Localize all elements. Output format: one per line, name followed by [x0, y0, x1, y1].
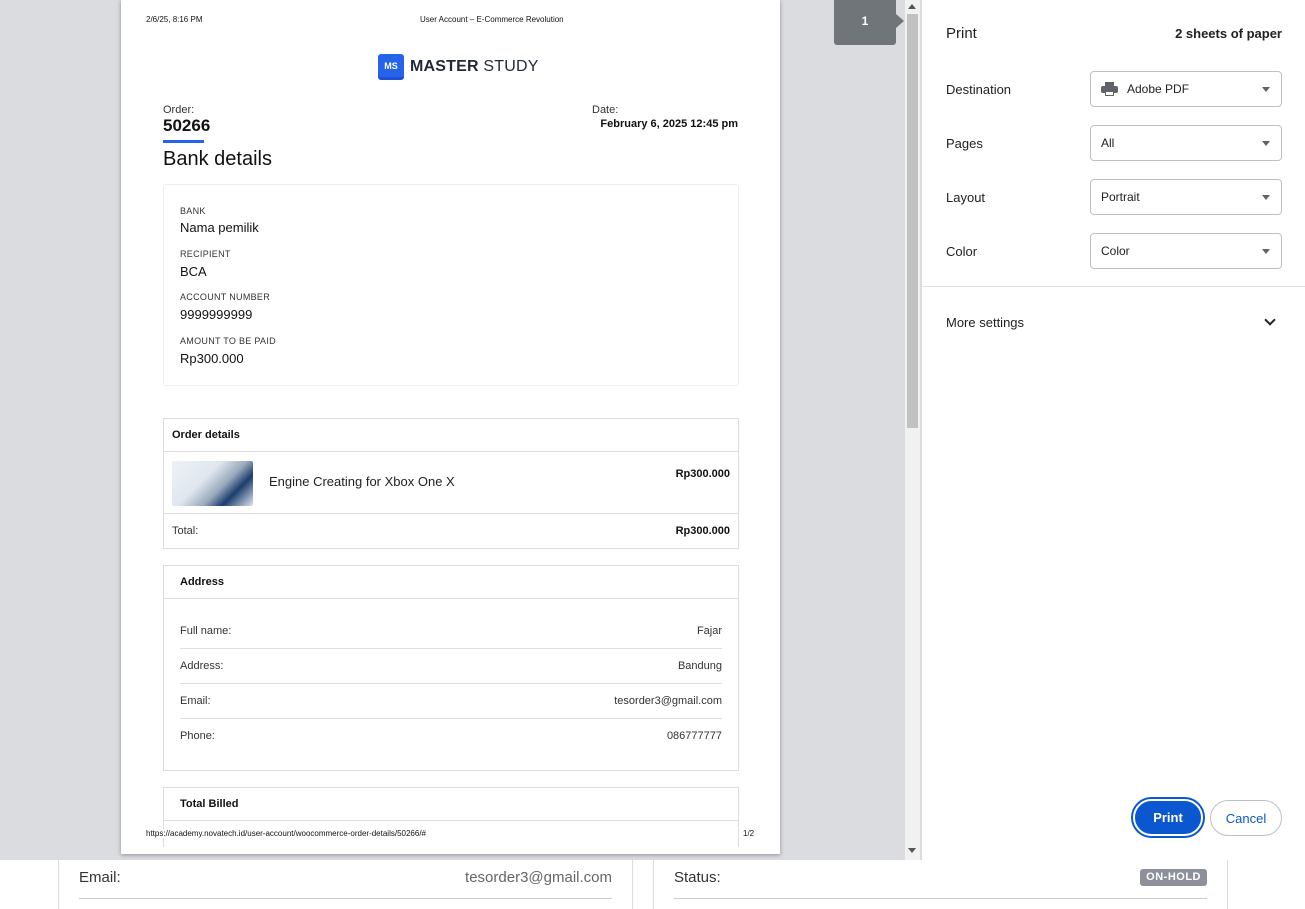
divider	[922, 286, 1305, 287]
divider	[79, 898, 612, 899]
pages-value: All	[1101, 136, 1115, 150]
print-button[interactable]: Print	[1133, 799, 1203, 836]
scroll-down-arrow-icon[interactable]	[908, 848, 916, 853]
master-study-logo: MS MASTER STUDY	[378, 54, 539, 80]
background-status-card: Status: ON-HOLD	[653, 855, 1228, 909]
preview-scrollbar[interactable]	[905, 0, 920, 860]
color-select[interactable]: Color	[1090, 233, 1282, 269]
address-row-value: Fajar	[696, 625, 722, 637]
preview-header-title: User Account – E-Commerce Revolution	[420, 15, 564, 24]
total-billed-box: Total Billed	[163, 787, 739, 847]
address-row-value: tesorder3@gmail.com	[614, 695, 722, 707]
address-rows: Full name: Fajar Address: Bandung Email:…	[164, 599, 738, 754]
address-row: Address: Bandung	[180, 649, 722, 684]
print-title: Print	[946, 25, 977, 42]
sheet-count: 2 sheets of paper	[1175, 26, 1282, 41]
preview-page-sheet: 2/6/25, 8:16 PM User Account – E-Commerc…	[121, 0, 780, 854]
order-total-label: Total:	[172, 525, 199, 537]
address-row: Phone: 086777777	[180, 719, 722, 754]
product-price: Rp300.000	[675, 468, 730, 480]
layout-value: Portrait	[1101, 190, 1140, 204]
recipient-value: BCA	[180, 264, 207, 279]
dropdown-arrow-icon	[1262, 141, 1270, 146]
address-title: Address	[164, 566, 738, 599]
bank-details-box: BANK Nama pemilik RECIPIENT BCA ACCOUNT …	[163, 184, 739, 386]
page-number-indicator[interactable]: 1	[834, 0, 896, 45]
order-total-value: Rp300.000	[675, 525, 730, 537]
bank-details-title: Bank details	[163, 148, 272, 170]
account-number-label: ACCOUNT NUMBER	[180, 292, 271, 302]
print-settings-panel: Print 2 sheets of paper Destination Adob…	[922, 0, 1305, 860]
order-details-box: Order details Engine Creating for Xbox O…	[163, 418, 739, 549]
order-item: Engine Creating for Xbox One X Rp300.000	[164, 452, 738, 514]
destination-select[interactable]: Adobe PDF	[1090, 71, 1282, 107]
address-row: Full name: Fajar	[180, 614, 722, 649]
dropdown-arrow-icon	[1262, 249, 1270, 254]
address-box: Address Full name: Fajar Address: Bandun…	[163, 565, 739, 771]
pages-select[interactable]: All	[1090, 125, 1282, 161]
dropdown-arrow-icon	[1262, 195, 1270, 200]
divider	[674, 898, 1207, 899]
preview-footer-url: https://academy.novatech.id/user-account…	[146, 829, 426, 838]
date-value: February 6, 2025 12:45 pm	[600, 118, 738, 130]
order-number: 50266	[163, 116, 211, 135]
recipient-label: RECIPIENT	[180, 249, 231, 259]
scrollbar-thumb[interactable]	[907, 14, 918, 428]
page-indicator-arrow-icon	[896, 14, 904, 28]
address-row-label: Email:	[180, 695, 211, 707]
dropdown-arrow-icon	[1262, 87, 1270, 92]
address-row: Email: tesorder3@gmail.com	[180, 684, 722, 719]
date-label: Date:	[592, 104, 619, 116]
preview-footer-page: 1/2	[743, 829, 755, 838]
layout-label: Layout	[946, 190, 986, 205]
address-row-value: 086777777	[666, 730, 722, 742]
order-label: Order:	[163, 104, 195, 116]
logo-icon: MS	[378, 54, 404, 80]
product-name: Engine Creating for Xbox One X	[269, 474, 455, 489]
preview-header-datetime: 2/6/25, 8:16 PM	[146, 15, 203, 24]
background-status-label: Status:	[674, 869, 721, 886]
logo-text: MASTER STUDY	[410, 58, 539, 75]
scroll-up-arrow-icon[interactable]	[908, 4, 916, 9]
order-underline	[163, 140, 204, 143]
background-email-label: Email:	[79, 869, 121, 886]
chevron-down-icon[interactable]	[1264, 314, 1276, 326]
print-preview-area: 2/6/25, 8:16 PM User Account – E-Commerc…	[0, 0, 922, 860]
address-row-value: Bandung	[677, 660, 722, 672]
amount-value: Rp300.000	[180, 351, 244, 366]
order-details-title: Order details	[164, 419, 738, 452]
bank-value: Nama pemilik	[180, 220, 259, 235]
order-total-row: Total: Rp300.000	[164, 514, 738, 548]
cancel-button[interactable]: Cancel	[1210, 800, 1282, 836]
layout-select[interactable]: Portrait	[1090, 179, 1282, 215]
address-row-label: Phone:	[180, 730, 215, 742]
product-thumbnail	[172, 461, 253, 506]
destination-label: Destination	[946, 82, 1012, 97]
status-badge: ON-HOLD	[1140, 869, 1207, 886]
background-email-card: Email: tesorder3@gmail.com	[58, 855, 633, 909]
color-label: Color	[946, 244, 978, 259]
background-email-value: tesorder3@gmail.com	[465, 869, 612, 886]
printer-icon	[1101, 82, 1118, 96]
total-billed-title: Total Billed	[164, 788, 738, 821]
bank-label: BANK	[180, 206, 206, 216]
pages-label: Pages	[946, 136, 983, 151]
destination-value: Adobe PDF	[1127, 82, 1190, 96]
amount-label: AMOUNT TO BE PAID	[180, 336, 276, 346]
address-row-label: Full name:	[180, 625, 232, 637]
address-row-label: Address:	[180, 660, 224, 672]
more-settings-toggle[interactable]: More settings	[946, 315, 1024, 330]
color-value: Color	[1101, 244, 1130, 258]
account-number-value: 9999999999	[180, 307, 253, 322]
